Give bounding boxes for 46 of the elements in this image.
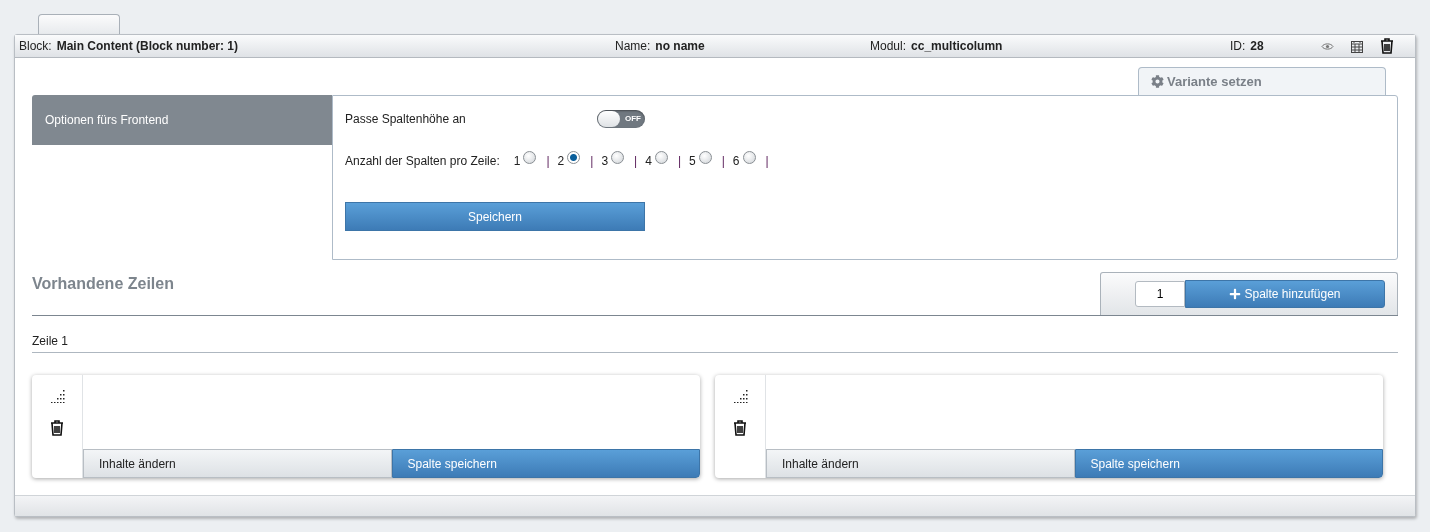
block-label: Block: Main Content (Block number: 1): [19, 39, 240, 53]
radio-button[interactable]: [698, 150, 712, 164]
calendar-icon[interactable]: [1351, 39, 1363, 53]
row-title: Zeile 1: [32, 334, 1398, 353]
trash-icon[interactable]: [1380, 38, 1394, 54]
eye-icon[interactable]: [1320, 41, 1334, 51]
radio-button[interactable]: [611, 150, 625, 164]
radio-button[interactable]: [567, 150, 581, 164]
radio-button[interactable]: [654, 150, 668, 164]
trash-icon[interactable]: [50, 420, 64, 436]
edit-content-button[interactable]: Inhalte ändern: [766, 449, 1075, 478]
toggle-switch[interactable]: OFF: [597, 110, 645, 128]
choice-label: 4: [645, 154, 652, 168]
toggle-label: Passe Spaltenhöhe an: [345, 112, 467, 126]
separator: |: [765, 154, 769, 168]
choice-label: 3: [601, 154, 609, 168]
columns-label: Anzahl der Spalten pro Zeile:: [345, 154, 500, 168]
separator: |: [546, 154, 550, 168]
separator: |: [721, 154, 725, 168]
add-column-button[interactable]: Spalte hinzufügen: [1185, 280, 1385, 308]
resize-icon[interactable]: [49, 389, 65, 403]
separator: |: [634, 154, 638, 168]
resize-icon[interactable]: [732, 389, 748, 403]
trash-icon[interactable]: [733, 420, 747, 436]
radio-button[interactable]: [742, 150, 756, 164]
id-label: ID: 28: [1230, 39, 1265, 53]
name-label: Name: no name: [615, 39, 706, 53]
edit-content-button[interactable]: Inhalte ändern: [83, 449, 392, 478]
save-button[interactable]: Speichern: [345, 202, 645, 231]
options-title[interactable]: Optionen fürs Frontend: [32, 95, 332, 145]
choice-label: 1: [513, 154, 521, 168]
save-column-button[interactable]: Spalte speichern: [1074, 449, 1383, 478]
section-title: Vorhandene Zeilen: [32, 275, 174, 294]
module-label: Modul: cc_multicolumn: [870, 39, 1004, 53]
gear-icon: [1151, 75, 1164, 88]
radio-button[interactable]: [523, 150, 537, 164]
choice-label: 5: [689, 154, 696, 168]
variant-tab-label: Variante setzen: [1167, 74, 1262, 89]
count-field[interactable]: 1: [1135, 281, 1185, 307]
choice-label: 2: [557, 154, 565, 168]
plus-icon: [1229, 288, 1242, 300]
separator: |: [590, 154, 594, 168]
save-column-button[interactable]: Spalte speichern: [391, 449, 700, 478]
separator: |: [677, 154, 681, 168]
choice-label: 6: [732, 154, 740, 168]
variant-tab[interactable]: Variante setzen: [1138, 67, 1386, 95]
